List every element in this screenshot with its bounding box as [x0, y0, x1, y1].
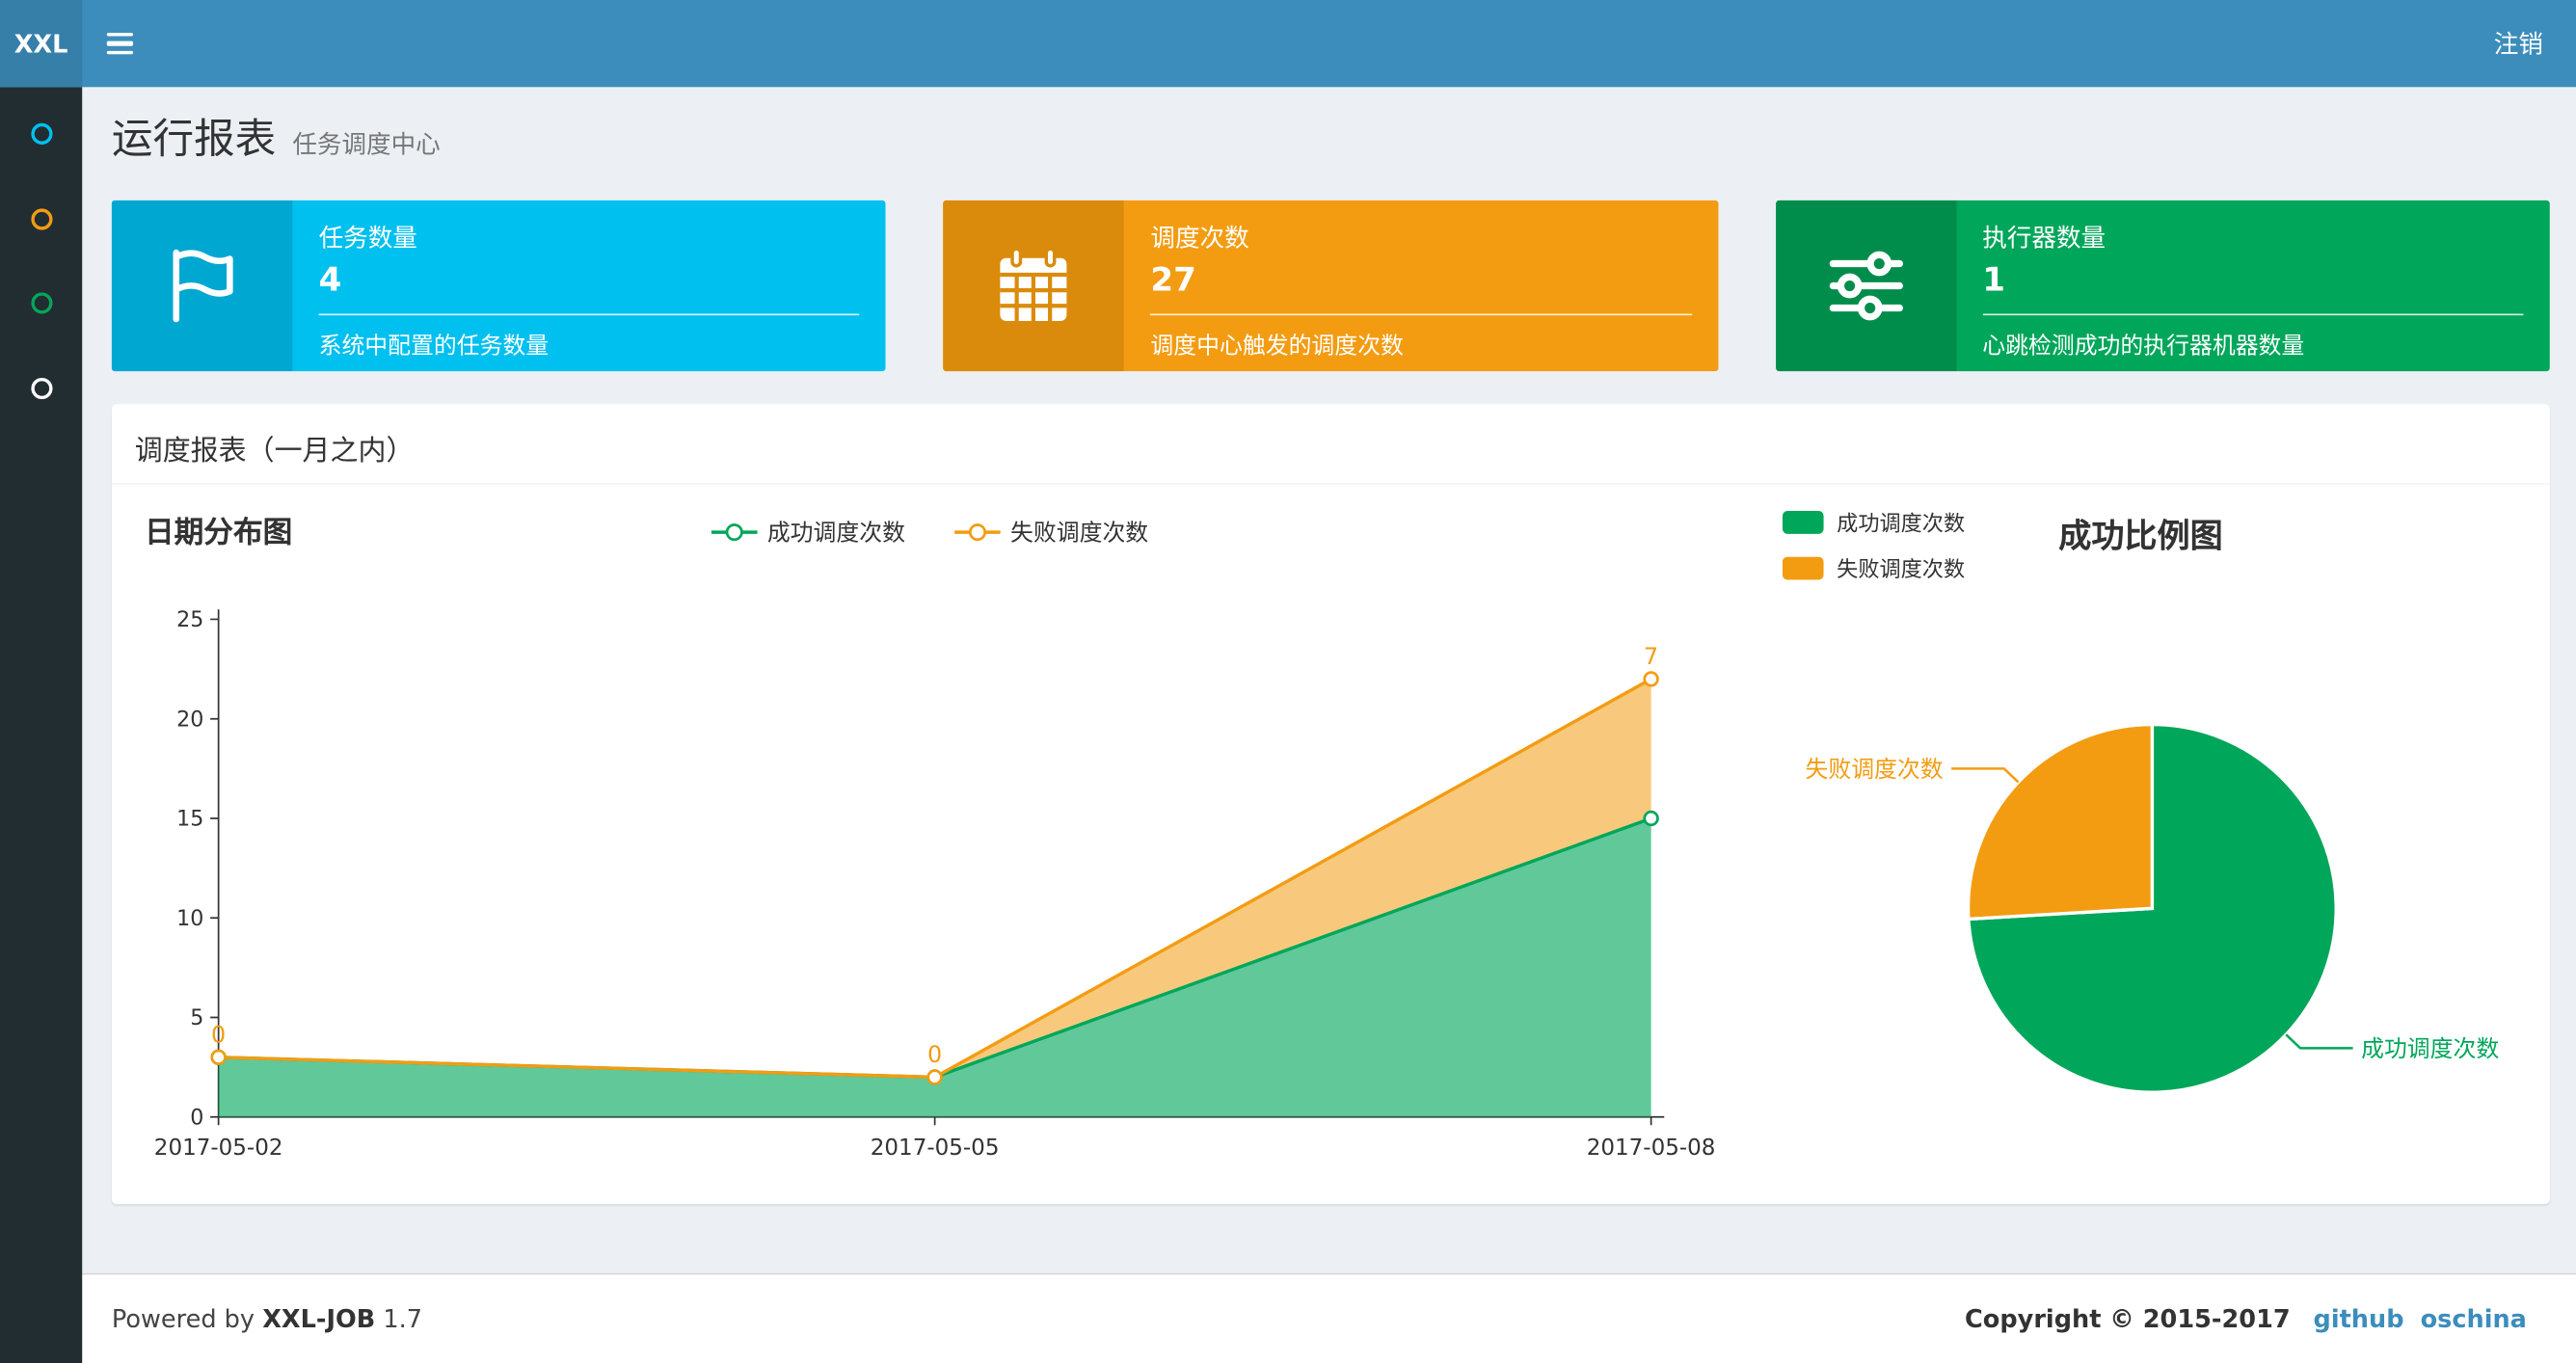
page-header: 运行报表 任务调度中心 — [112, 107, 441, 166]
stat-box-triggers: 调度次数 27 调度中心触发的调度次数 — [943, 200, 1718, 372]
stat-label: 执行器数量 — [1982, 223, 2106, 254]
legend-item-success[interactable]: 成功调度次数 — [711, 516, 905, 548]
legend-label: 失败调度次数 — [1837, 558, 1966, 583]
svg-text:0: 0 — [190, 1105, 203, 1130]
powered-version: 1.7 — [383, 1304, 423, 1334]
circle-outline-icon — [30, 207, 52, 229]
legend-label: 成功调度次数 — [1837, 512, 1966, 538]
stat-box-jobs: 任务数量 4 系统中配置的任务数量 — [111, 200, 887, 372]
svg-text:10: 10 — [176, 906, 203, 931]
svg-text:失败调度次数: 失败调度次数 — [1806, 756, 1944, 783]
sidebar-item-help[interactable] — [0, 352, 82, 424]
legend-item-fail[interactable]: 失败调度次数 — [1782, 552, 1966, 583]
success-ratio-chart: 成功调度次数 失败调度次数 成功比例图 成功调度次数 失败调度次数 — [1782, 506, 2522, 1180]
footer-links: Copyright © 2015-2017 github oschina — [1965, 1304, 2527, 1334]
stat-value: 4 — [318, 259, 342, 300]
stat-label: 任务数量 — [318, 223, 417, 254]
pie-chart-legend: 成功调度次数 失败调度次数 — [1782, 506, 1966, 583]
report-panel: 调度报表（一月之内） 日期分布图 成功调度次数 失败调度次数 0 5 10 15… — [111, 404, 2550, 1205]
legend-swatch — [1782, 510, 1824, 533]
svg-text:0: 0 — [927, 1041, 942, 1068]
page-subtitle: 任务调度中心 — [292, 129, 441, 160]
legend-swatch — [1782, 555, 1824, 579]
stat-label: 调度次数 — [1150, 223, 1249, 254]
circle-outline-icon — [30, 121, 52, 145]
sidebar-item-logs[interactable] — [0, 266, 82, 338]
svg-text:7: 7 — [1644, 643, 1658, 670]
sidebar — [0, 87, 83, 1363]
svg-text:2017-05-05: 2017-05-05 — [871, 1136, 1000, 1161]
stat-divider — [1982, 313, 2524, 316]
line-marker-icon — [711, 521, 758, 544]
legend-label: 成功调度次数 — [766, 521, 905, 548]
top-navbar: XXL 注销 — [0, 0, 2576, 88]
stat-desc: 调度中心触发的调度次数 — [1150, 333, 1404, 361]
copyright-text: Copyright © 2015-2017 — [1965, 1304, 2291, 1334]
sidebar-toggle-button[interactable] — [82, 0, 157, 87]
line-marker-icon — [954, 521, 1001, 544]
logout-link[interactable]: 注销 — [2461, 0, 2576, 87]
svg-text:2017-05-02: 2017-05-02 — [154, 1136, 283, 1161]
stat-box-executors: 执行器数量 1 心跳检测成功的执行器机器数量 — [1775, 200, 2550, 372]
pie-chart-canvas: 成功调度次数 失败调度次数 — [1806, 722, 2499, 1094]
flag-icon — [111, 200, 293, 372]
svg-text:5: 5 — [190, 1005, 203, 1030]
svg-text:0: 0 — [211, 1021, 226, 1048]
svg-text:20: 20 — [176, 707, 203, 732]
github-link[interactable]: github — [2314, 1304, 2404, 1334]
legend-item-fail[interactable]: 失败调度次数 — [954, 516, 1148, 548]
pie-chart-title: 成功比例图 — [2058, 516, 2223, 555]
area-chart-canvas: 05101520252017-05-02 2017-05-05 2017-05-08… — [154, 607, 1716, 1161]
stats-row: 任务数量 4 系统中配置的任务数量 调度次数 27 调度中心触发的调度次数 执行… — [111, 200, 2550, 372]
stat-desc: 系统中配置的任务数量 — [318, 333, 550, 361]
calendar-icon — [943, 200, 1125, 372]
svg-text:成功调度次数: 成功调度次数 — [2361, 1035, 2499, 1062]
app-logo[interactable]: XXL — [0, 0, 83, 88]
hamburger-icon — [106, 32, 134, 55]
page-title: 运行报表 — [111, 115, 277, 163]
date-distribution-chart: 日期分布图 成功调度次数 失败调度次数 0 5 10 15 20 25 2017… — [145, 506, 1722, 1180]
area-chart-title: 日期分布图 — [144, 516, 293, 550]
legend-item-success[interactable]: 成功调度次数 — [1782, 506, 1966, 538]
powered-brand: XXL-JOB — [262, 1304, 376, 1334]
oschina-link[interactable]: oschina — [2421, 1304, 2527, 1334]
stat-value: 1 — [1982, 259, 2005, 300]
powered-by: Powered by XXL-JOB 1.7 — [112, 1304, 422, 1334]
circle-outline-icon — [30, 377, 52, 399]
content-area: 运行报表 任务调度中心 任务数量 4 系统中配置的任务数量 调度次数 27 调度… — [82, 87, 2576, 1273]
sliders-icon — [1775, 200, 1956, 372]
powered-prefix: Powered by — [111, 1304, 255, 1334]
area-chart-legend: 成功调度次数 失败调度次数 — [711, 516, 1148, 548]
sidebar-item-report[interactable] — [0, 97, 82, 170]
page-footer: Powered by XXL-JOB 1.7 Copyright © 2015-… — [82, 1272, 2576, 1363]
stat-divider — [1150, 313, 1692, 316]
svg-text:25: 25 — [176, 607, 203, 632]
stat-divider — [318, 313, 860, 316]
circle-outline-icon — [30, 291, 52, 313]
panel-title: 调度报表（一月之内） — [111, 404, 2550, 485]
app-window: XXL 注销 运行报表 任务调度中心 任务数量 4 系统中配置的任务数量 调度次… — [0, 0, 2576, 1363]
sidebar-item-jobs[interactable] — [0, 182, 82, 254]
legend-label: 失败调度次数 — [1010, 521, 1149, 548]
stat-value: 27 — [1150, 259, 1196, 300]
stat-desc: 心跳检测成功的执行器机器数量 — [1982, 333, 2305, 361]
svg-text:15: 15 — [176, 807, 203, 832]
svg-text:2017-05-08: 2017-05-08 — [1587, 1136, 1716, 1161]
